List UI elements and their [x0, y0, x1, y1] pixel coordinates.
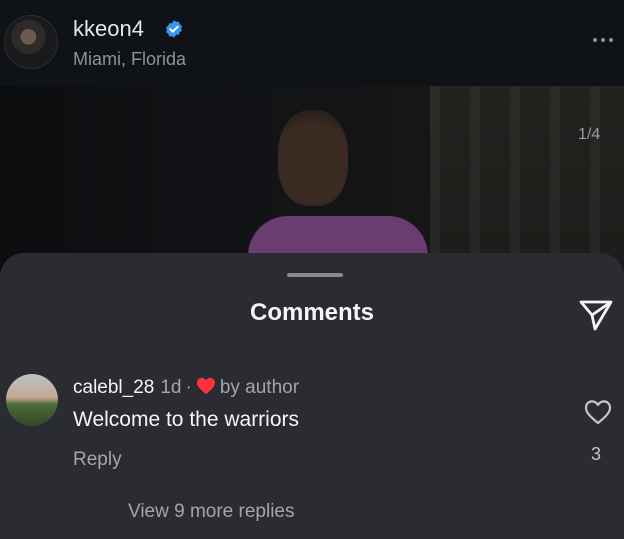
media-person-head — [278, 110, 348, 206]
comment-meta: calebl_28 1d · by author — [73, 377, 299, 399]
like-count: 3 — [591, 444, 602, 464]
author-avatar[interactable] — [4, 15, 58, 69]
post-header: kkeon4 Miami, Florida — [0, 0, 624, 86]
author-username[interactable]: kkeon4 — [73, 16, 144, 42]
more-options-icon[interactable] — [591, 32, 615, 48]
media-background — [430, 86, 624, 276]
comment-text: Welcome to the warriors — [73, 408, 300, 431]
commenter-username[interactable]: calebl_28 — [73, 377, 154, 398]
media-counter: 1/4 — [578, 126, 601, 143]
post-media-image[interactable]: 1/4 — [0, 86, 624, 276]
sheet-drag-handle[interactable] — [287, 273, 343, 277]
liked-by-author-label: by author — [219, 377, 300, 398]
comments-sheet: Comments calebl_28 1d · by author Welcome … — [0, 253, 624, 539]
verified-badge-icon — [166, 20, 182, 38]
reply-button[interactable]: Reply — [73, 449, 122, 471]
sheet-title: Comments — [249, 299, 375, 326]
heart-icon — [196, 377, 215, 395]
view-more-replies-button[interactable]: View 9 more replies — [128, 501, 295, 523]
post-location[interactable]: Miami, Florida — [73, 49, 186, 70]
commenter-avatar[interactable] — [6, 374, 58, 426]
send-icon[interactable] — [578, 298, 614, 332]
comment-time: 1d — [160, 377, 182, 398]
meta-separator: · — [185, 377, 192, 398]
like-heart-icon[interactable] — [584, 399, 612, 425]
